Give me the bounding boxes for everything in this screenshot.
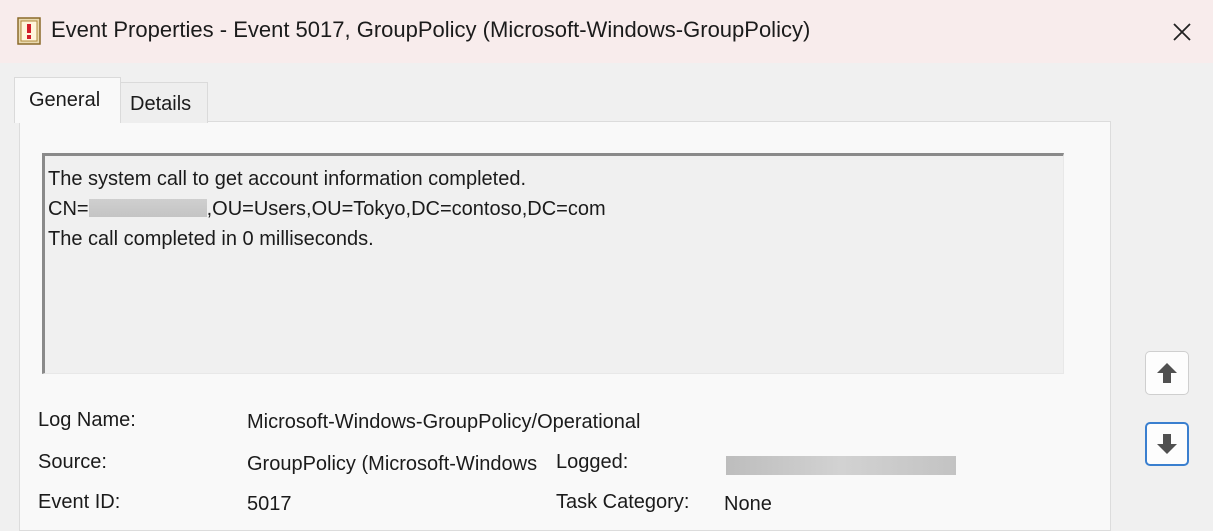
log-name-value[interactable]: Microsoft-Windows-GroupPolicy/Operationa…	[247, 411, 640, 434]
message-line-3: The call completed in 0 milliseconds.	[48, 228, 374, 250]
source-label: Source:	[38, 451, 107, 473]
message-line-1: The system call to get account informati…	[48, 168, 527, 190]
close-icon	[1173, 23, 1191, 41]
tab-general[interactable]: General	[14, 77, 121, 123]
logged-label: Logged:	[556, 451, 629, 473]
log-name-label: Log Name:	[38, 409, 136, 431]
event-message-box[interactable]: The system call to get account informati…	[42, 153, 1064, 374]
message-line-2: CN= ,OU=Users,OU=Tokyo,DC=contoso,DC=com	[48, 194, 1063, 224]
task-category-value[interactable]: None	[724, 493, 772, 516]
source-value[interactable]: GroupPolicy (Microsoft-Windows-GroupPoli…	[247, 453, 538, 476]
close-button[interactable]	[1160, 12, 1204, 52]
redacted-name	[88, 199, 207, 217]
tab-general-label: General	[29, 89, 101, 111]
previous-event-button[interactable]	[1145, 351, 1189, 395]
tab-details[interactable]: Details	[121, 82, 208, 123]
arrow-down-icon	[1157, 434, 1177, 454]
next-event-button[interactable]	[1145, 422, 1189, 466]
tab-details-label: Details	[130, 93, 192, 115]
event-id-label: Event ID:	[38, 491, 121, 513]
logged-value-redacted	[726, 456, 956, 475]
task-category-label: Task Category:	[556, 491, 690, 513]
event-id-value[interactable]: 5017	[247, 493, 292, 516]
title-bar: Event Properties - Event 5017, GroupPoli…	[0, 0, 1213, 63]
message-cn-prefix: CN=	[48, 198, 89, 220]
window-title: Event Properties - Event 5017, GroupPoli…	[51, 17, 811, 42]
message-dn-suffix: ,OU=Users,OU=Tokyo,DC=contoso,DC=com	[206, 198, 606, 220]
arrow-up-icon	[1157, 363, 1177, 383]
event-viewer-icon	[17, 17, 41, 45]
